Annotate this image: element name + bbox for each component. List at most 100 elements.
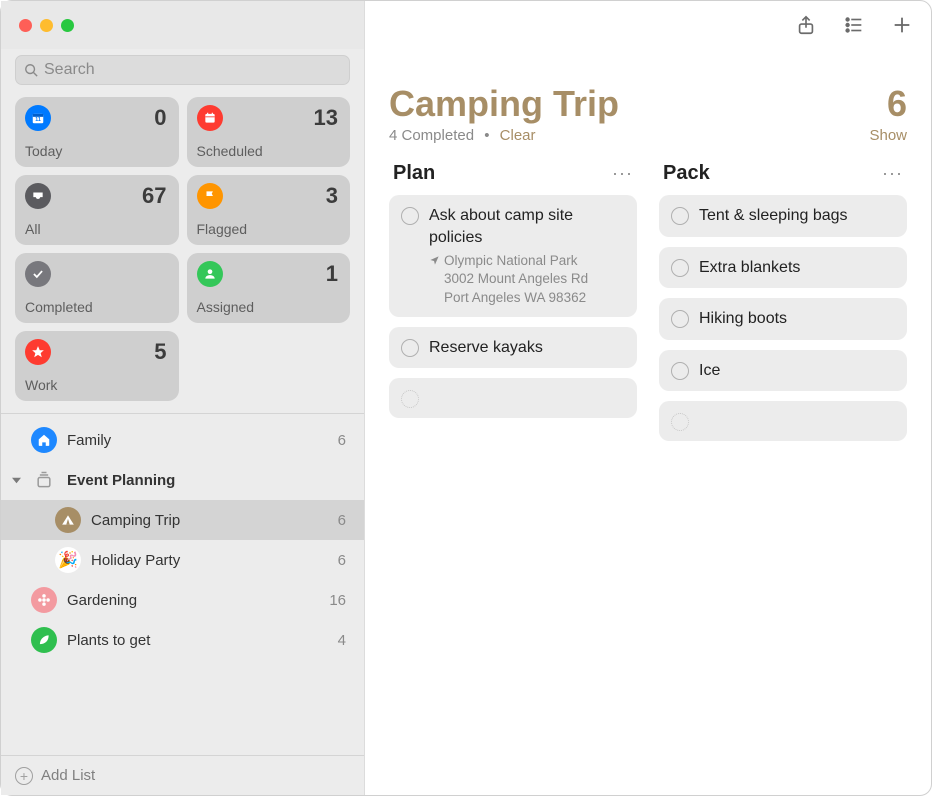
reminder-title: Ask about camp site policies: [429, 205, 623, 248]
list-name: Family: [67, 432, 328, 449]
search-placeholder: Search: [44, 61, 95, 79]
titlebar-left: [1, 1, 365, 49]
smart-lists-grid: 11 0 Today 13 Scheduled: [1, 97, 364, 409]
reminder-card[interactable]: Ask about camp site policies Olympic Nat…: [389, 195, 637, 317]
sidebar-list-camping-trip[interactable]: Camping Trip 6: [1, 500, 364, 540]
smart-list-flagged[interactable]: 3 Flagged: [187, 175, 351, 245]
sidebar: Search 11 0 Today 13: [1, 49, 365, 795]
smart-list-label: All: [25, 221, 167, 237]
list-count: 6: [338, 432, 346, 449]
view-options-icon[interactable]: [843, 14, 865, 36]
add-list-button[interactable]: + Add List: [1, 755, 364, 795]
smart-list-label: Flagged: [197, 221, 339, 237]
smart-list-work[interactable]: 5 Work: [15, 331, 179, 401]
reminder-card[interactable]: Hiking boots: [659, 298, 907, 340]
smart-list-all[interactable]: 67 All: [15, 175, 179, 245]
search-icon: [24, 63, 38, 77]
smart-list-count: 0: [154, 105, 166, 131]
smart-list-count: 13: [314, 105, 338, 131]
zoom-window-button[interactable]: [61, 19, 74, 32]
reminder-card[interactable]: Reserve kayaks: [389, 327, 637, 369]
calendar-today-icon: 11: [25, 105, 51, 131]
sidebar-lists: Family 6 Event Planning Camping Trip 6: [1, 413, 364, 755]
smart-list-label: Work: [25, 377, 167, 393]
reminder-location: Olympic National Park 3002 Mount Angeles…: [429, 252, 623, 307]
clear-completed-button[interactable]: Clear: [500, 127, 536, 144]
column-plan: Plan ··· Ask about camp site policies Ol…: [389, 162, 637, 441]
toolbar: [365, 1, 931, 49]
reminder-title: Tent & sleeping bags: [699, 205, 893, 227]
reminder-card[interactable]: Tent & sleeping bags: [659, 195, 907, 237]
new-reminder-placeholder[interactable]: [659, 401, 907, 441]
smart-list-assigned[interactable]: 1 Assigned: [187, 253, 351, 323]
page-count: 6: [887, 83, 907, 125]
list-count: 16: [329, 592, 346, 609]
calendar-icon: [197, 105, 223, 131]
sidebar-list-gardening[interactable]: Gardening 16: [1, 580, 364, 620]
search-input[interactable]: Search: [15, 55, 350, 85]
list-name: Camping Trip: [91, 512, 328, 529]
reminder-title: Ice: [699, 360, 893, 382]
column-title: Pack: [663, 162, 710, 185]
complete-toggle[interactable]: [401, 207, 419, 225]
sidebar-group-event-planning[interactable]: Event Planning: [1, 460, 364, 500]
add-reminder-icon[interactable]: [891, 14, 913, 36]
new-reminder-placeholder[interactable]: [389, 378, 637, 418]
complete-toggle[interactable]: [401, 339, 419, 357]
svg-text:11: 11: [35, 117, 41, 123]
separator-dot: •: [484, 127, 489, 144]
completed-count-label: 4 Completed: [389, 127, 474, 144]
share-icon[interactable]: [795, 14, 817, 36]
column-title: Plan: [393, 162, 435, 185]
list-count: 6: [338, 512, 346, 529]
party-icon: 🎉: [55, 547, 81, 573]
location-icon: [429, 255, 440, 266]
stack-icon: [31, 467, 57, 493]
add-list-label: Add List: [41, 767, 95, 784]
complete-toggle[interactable]: [671, 259, 689, 277]
sidebar-list-family[interactable]: Family 6: [1, 420, 364, 460]
sidebar-list-holiday-party[interactable]: 🎉 Holiday Party 6: [1, 540, 364, 580]
list-count: 6: [338, 552, 346, 569]
reminder-title: Extra blankets: [699, 257, 893, 279]
leaf-icon: [31, 627, 57, 653]
smart-list-count: 3: [326, 183, 338, 209]
flag-icon: [197, 183, 223, 209]
reminder-title: Hiking boots: [699, 308, 893, 330]
plus-circle-icon: +: [15, 767, 33, 785]
house-icon: [31, 427, 57, 453]
sidebar-list-plants-to-get[interactable]: Plants to get 4: [1, 620, 364, 660]
page-title: Camping Trip: [389, 83, 619, 125]
smart-list-scheduled[interactable]: 13 Scheduled: [187, 97, 351, 167]
smart-list-completed[interactable]: Completed: [15, 253, 179, 323]
checkmark-icon: [25, 261, 51, 287]
list-name: Gardening: [67, 592, 319, 609]
minimize-window-button[interactable]: [40, 19, 53, 32]
person-icon: [197, 261, 223, 287]
complete-toggle[interactable]: [671, 207, 689, 225]
list-name: Plants to get: [67, 632, 328, 649]
complete-toggle[interactable]: [671, 362, 689, 380]
titlebar: [1, 1, 931, 49]
columns: Plan ··· Ask about camp site policies Ol…: [389, 162, 907, 441]
list-name: Holiday Party: [91, 552, 328, 569]
smart-list-label: Today: [25, 143, 167, 159]
column-menu-icon[interactable]: ···: [882, 163, 903, 184]
reminder-title: Reserve kayaks: [429, 337, 623, 359]
chevron-down-icon: [11, 476, 21, 485]
reminder-card[interactable]: Ice: [659, 350, 907, 392]
complete-toggle: [671, 413, 689, 431]
list-count: 4: [338, 632, 346, 649]
close-window-button[interactable]: [19, 19, 32, 32]
complete-toggle: [401, 390, 419, 408]
completed-summary: 4 Completed • Clear: [389, 127, 536, 144]
complete-toggle[interactable]: [671, 310, 689, 328]
main-content: Camping Trip 6 4 Completed • Clear Show …: [365, 49, 931, 795]
smart-list-today[interactable]: 11 0 Today: [15, 97, 179, 167]
star-icon: [25, 339, 51, 365]
smart-list-label: Completed: [25, 299, 167, 315]
show-completed-button[interactable]: Show: [869, 127, 907, 144]
smart-list-label: Assigned: [197, 299, 339, 315]
reminder-card[interactable]: Extra blankets: [659, 247, 907, 289]
column-menu-icon[interactable]: ···: [612, 163, 633, 184]
